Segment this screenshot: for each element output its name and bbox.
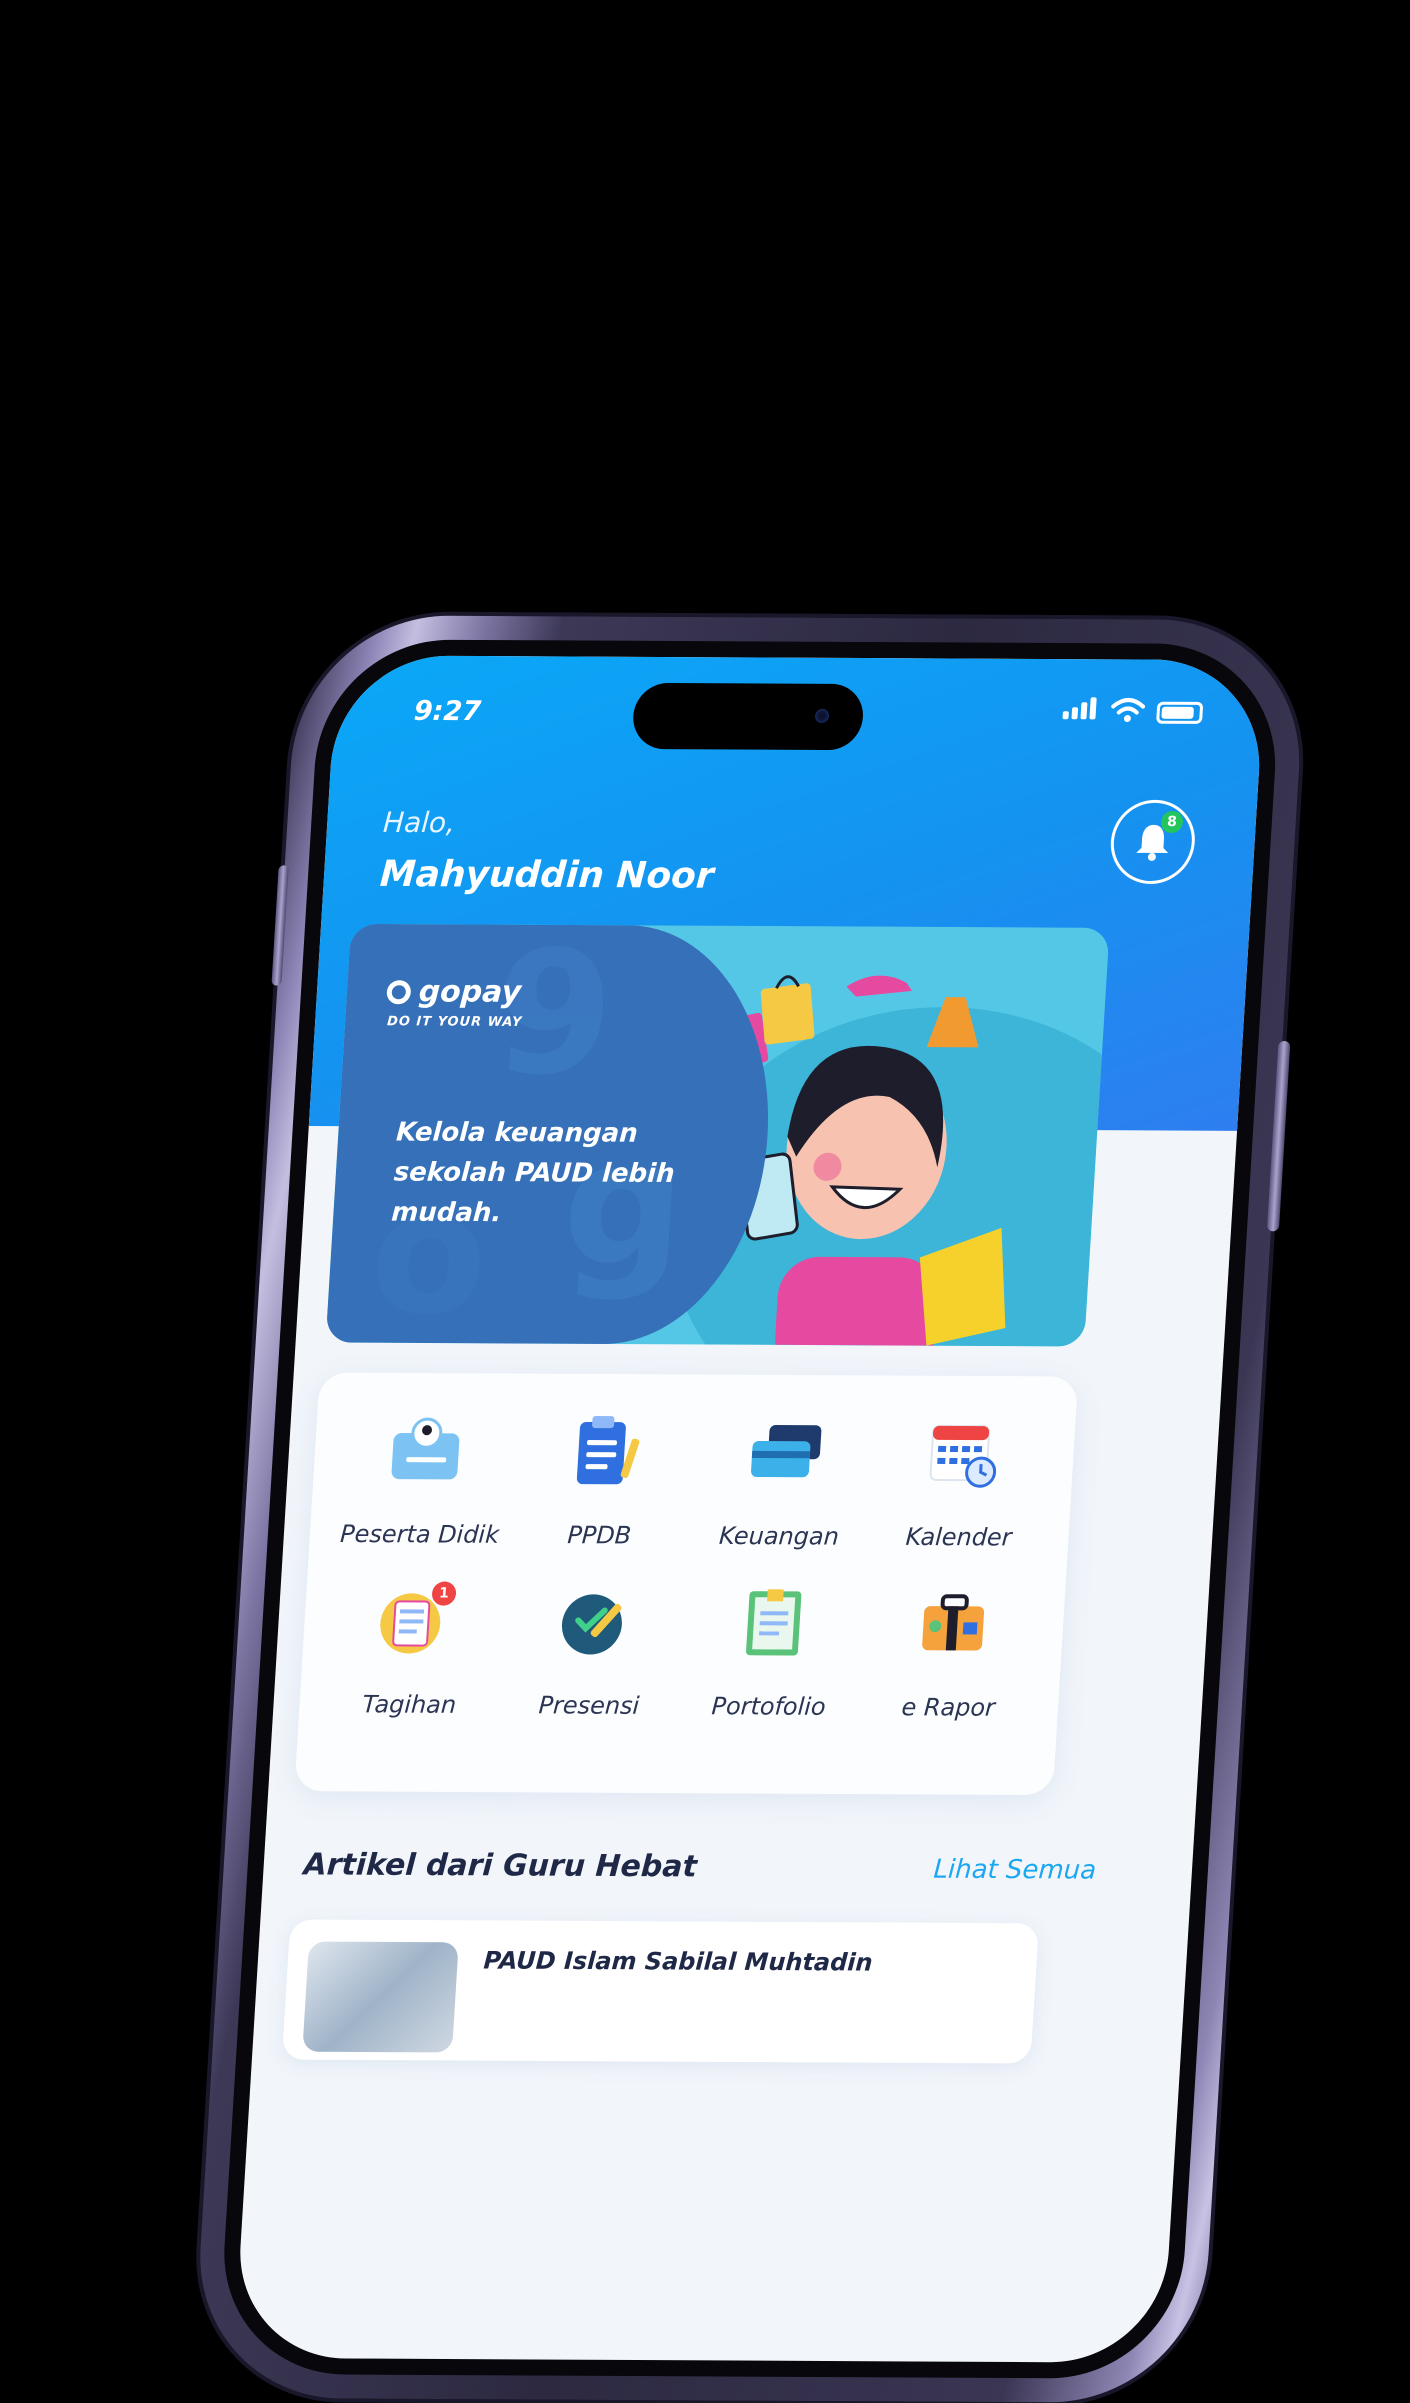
- report-icon: [922, 1594, 985, 1651]
- app-screen: 9:27 Halo, Mahyuddin Noor 8 9 g o gopay …: [233, 655, 1266, 2363]
- menu-label: Peserta Didik: [339, 1519, 500, 1549]
- gopay-logo-icon: [386, 979, 412, 1004]
- menu-item-peserta-didik[interactable]: Peserta Didik: [329, 1409, 517, 1552]
- student-card-icon: [391, 1417, 460, 1480]
- gopay-tagline: DO IT YOUR WAY: [386, 1014, 523, 1030]
- clipboard-icon: [576, 1416, 640, 1485]
- menu-label: Tagihan: [361, 1690, 458, 1719]
- gopay-logo: gopay: [386, 974, 522, 1010]
- menu-item-portofolio[interactable]: Portofolio: [678, 1581, 866, 1724]
- wifi-icon: [1111, 698, 1146, 723]
- menu-item-presensi[interactable]: Presensi: [498, 1580, 686, 1723]
- menu-grid: Peserta Didik PPDB Keuangan Kalender 1 T…: [318, 1409, 1056, 1725]
- phone-mockup: 9:27 Halo, Mahyuddin Noor 8 9 g o gopay …: [191, 615, 1309, 2403]
- article-card[interactable]: PAUD Islam Sabilal Muhtadin: [281, 1919, 1039, 2064]
- notification-button[interactable]: 8: [1108, 799, 1198, 885]
- bill-icon: 1: [370, 1579, 459, 1664]
- portfolio-icon: [746, 1589, 802, 1656]
- status-time: 9:27: [412, 695, 482, 728]
- notification-badge: 8: [1160, 810, 1184, 834]
- menu-card: Peserta Didik PPDB Keuangan Kalender 1 T…: [294, 1372, 1079, 1796]
- menu-label: Presensi: [537, 1691, 641, 1720]
- article-title: PAUD Islam Sabilal Muhtadin: [482, 1946, 874, 1977]
- menu-label: Kalender: [904, 1522, 1013, 1552]
- user-name: Mahyuddin Noor: [378, 853, 715, 897]
- battery-icon: [1156, 701, 1204, 724]
- menu-item-ppdb[interactable]: PPDB: [508, 1410, 696, 1553]
- menu-label: Portofolio: [710, 1692, 827, 1721]
- menu-label: Keuangan: [718, 1521, 840, 1551]
- attendance-icon: [561, 1594, 622, 1655]
- menu-label: PPDB: [566, 1521, 633, 1550]
- menu-item-kalender[interactable]: Kalender: [868, 1412, 1056, 1555]
- menu-item-e-rapor[interactable]: e Rapor: [857, 1582, 1045, 1725]
- menu-item-keuangan[interactable]: Keuangan: [688, 1411, 876, 1554]
- see-all-link[interactable]: Lihat Semua: [933, 1855, 1097, 1886]
- greeting-text: Halo,: [382, 805, 457, 840]
- signal-icon: [1062, 697, 1100, 723]
- status-icons: [1062, 697, 1204, 724]
- menu-item-tagihan[interactable]: 1 Tagihan: [318, 1579, 506, 1722]
- article-section-title: Artikel dari Guru Hebat: [302, 1847, 698, 1885]
- article-thumbnail: [302, 1941, 459, 2053]
- cards-icon: [751, 1425, 822, 1478]
- calendar-icon: [929, 1424, 997, 1488]
- promo-banner[interactable]: 9 g o gopay DO IT YOUR WAY Kelola keuang…: [325, 923, 1110, 1347]
- menu-label: e Rapor: [900, 1693, 996, 1722]
- dynamic-island: [631, 682, 865, 751]
- gopay-brand: gopay: [417, 974, 523, 1010]
- banner-text: Kelola keuangan sekolah PAUD lebih mudah…: [390, 1117, 676, 1229]
